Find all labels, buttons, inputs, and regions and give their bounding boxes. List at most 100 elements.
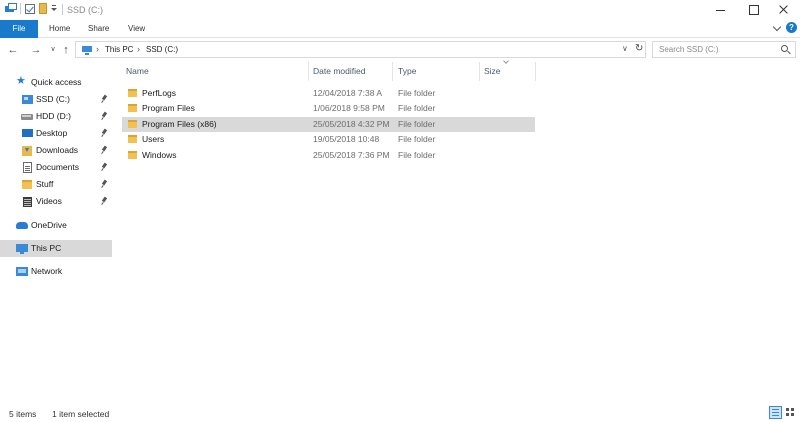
search-icon[interactable]	[781, 45, 788, 52]
refresh-icon[interactable]: ↻	[635, 43, 643, 54]
forward-button[interactable]: →	[28, 42, 44, 58]
file-type: File folder	[398, 119, 436, 129]
nav-item-videos[interactable]: Videos	[0, 194, 112, 210]
item-count: 5 items	[9, 409, 37, 419]
documents-icon	[23, 162, 32, 173]
column-header-size[interactable]: Size	[484, 66, 501, 82]
tab-view[interactable]: View	[128, 20, 145, 38]
folder-icon	[128, 120, 137, 128]
pin-icon[interactable]	[101, 146, 108, 155]
desktop-icon	[22, 129, 33, 137]
expand-ribbon-chevron-icon[interactable]	[772, 24, 782, 32]
pin-icon[interactable]	[101, 163, 108, 172]
pin-icon[interactable]	[101, 180, 108, 189]
file-row-selected[interactable]: Program Files (x86) 25/05/2018 4:32 PM F…	[122, 117, 535, 132]
nav-label: HDD (D:)	[36, 111, 71, 121]
nav-label: Desktop	[36, 128, 68, 138]
file-row[interactable]: Program Files 1/06/2018 9:58 PM File fol…	[122, 101, 535, 116]
nav-label: OneDrive	[31, 220, 67, 230]
nav-item-desktop[interactable]: Desktop	[0, 126, 112, 142]
file-type: File folder	[398, 134, 436, 144]
address-dropdown-chevron-icon[interactable]: ∨	[622, 44, 628, 53]
tab-share[interactable]: Share	[88, 20, 109, 38]
window-title: SSD (C:)	[67, 5, 103, 15]
file-name: Windows	[142, 150, 177, 160]
file-date-modified: 25/05/2018 7:36 PM	[313, 150, 390, 160]
customize-toolbar-chevron-icon[interactable]	[51, 4, 57, 13]
nav-item-onedrive[interactable]: OneDrive	[0, 218, 112, 234]
folder-icon	[128, 135, 137, 143]
tab-file[interactable]: File	[0, 20, 38, 38]
large-icons-view-icon[interactable]	[785, 407, 796, 418]
back-button[interactable]: ←	[5, 42, 21, 58]
column-divider[interactable]	[392, 62, 393, 81]
nav-label: SSD (C:)	[36, 94, 70, 104]
column-divider[interactable]	[535, 62, 536, 81]
title-divider	[62, 4, 63, 15]
nav-item-this-pc[interactable]: This PC	[0, 240, 112, 257]
help-icon[interactable]: ?	[786, 22, 797, 33]
folder-icon	[128, 151, 137, 159]
column-header-date-modified[interactable]: Date modified	[313, 66, 365, 82]
file-type: File folder	[398, 150, 436, 160]
column-header-type[interactable]: Type	[398, 66, 416, 82]
nav-item-downloads[interactable]: Downloads	[0, 143, 112, 159]
breadcrumb-separator-icon[interactable]: ›	[96, 44, 99, 54]
up-button[interactable]: ↑	[58, 42, 74, 58]
videos-icon	[23, 197, 32, 207]
pin-icon[interactable]	[101, 112, 108, 121]
address-bar[interactable]: › This PC › SSD (C:) ∨ ↻	[75, 41, 646, 58]
pin-icon[interactable]	[101, 95, 108, 104]
title-bar: SSD (C:)	[0, 0, 800, 20]
pin-icon[interactable]	[101, 197, 108, 206]
column-divider[interactable]	[308, 62, 309, 81]
file-row[interactable]: PerfLogs 12/04/2018 7:38 A File folder	[122, 86, 535, 101]
column-header-name[interactable]: Name	[126, 66, 149, 82]
network-icon	[16, 267, 28, 276]
minimize-button[interactable]	[702, 0, 738, 20]
file-type: File folder	[398, 103, 436, 113]
folder-icon	[128, 104, 137, 112]
new-folder-icon[interactable]	[39, 3, 47, 14]
folder-icon	[22, 180, 32, 189]
file-type: File folder	[398, 88, 436, 98]
column-divider[interactable]	[479, 62, 480, 81]
file-date-modified: 19/05/2018 10:48	[313, 134, 380, 144]
file-row[interactable]: Users 19/05/2018 10:48 File folder	[122, 132, 535, 147]
selection-count: 1 item selected	[52, 409, 110, 419]
breadcrumb-ssd-c[interactable]: SSD (C:)	[146, 45, 178, 54]
file-date-modified: 12/04/2018 7:38 A	[313, 88, 383, 98]
file-explorer-app-icon[interactable]	[4, 3, 17, 14]
quick-access-toolbar	[4, 3, 57, 14]
close-button[interactable]	[766, 0, 800, 20]
file-row[interactable]: Windows 25/05/2018 7:36 PM File folder	[122, 148, 535, 163]
nav-item-ssd-c[interactable]: SSD (C:)	[0, 92, 112, 108]
nav-label: Network	[31, 266, 63, 276]
nav-item-network[interactable]: Network	[0, 264, 112, 280]
nav-item-hdd-d[interactable]: HDD (D:)	[0, 109, 112, 125]
file-name: Program Files (x86)	[142, 119, 217, 129]
details-view-icon[interactable]	[769, 406, 782, 419]
file-list: Name Date modified Type Size PerfLogs 12…	[122, 62, 800, 402]
search-input[interactable]: Search SSD (C:)	[652, 41, 796, 58]
nav-label: Downloads	[36, 145, 79, 155]
sort-chevron-icon[interactable]	[503, 59, 509, 65]
file-date-modified: 1/06/2018 9:58 PM	[313, 103, 385, 113]
tab-home[interactable]: Home	[49, 20, 70, 38]
nav-item-stuff[interactable]: Stuff	[0, 177, 112, 193]
breadcrumb-separator-icon[interactable]: ›	[137, 44, 140, 54]
breadcrumb-this-pc[interactable]: This PC	[105, 45, 133, 54]
this-pc-icon	[16, 244, 28, 254]
toolbar-divider	[20, 3, 21, 14]
hdd-drive-icon	[21, 114, 33, 120]
properties-check-icon[interactable]	[25, 3, 35, 14]
nav-label: Documents	[36, 162, 79, 172]
file-name: Program Files	[142, 103, 195, 113]
nav-item-documents[interactable]: Documents	[0, 160, 112, 176]
pin-icon[interactable]	[101, 129, 108, 138]
nav-quick-access[interactable]: ★ Quick access	[0, 75, 112, 91]
star-icon: ★	[16, 75, 26, 87]
file-name: PerfLogs	[142, 88, 177, 98]
nav-label: This PC	[31, 243, 62, 253]
nav-label: Videos	[36, 196, 62, 206]
